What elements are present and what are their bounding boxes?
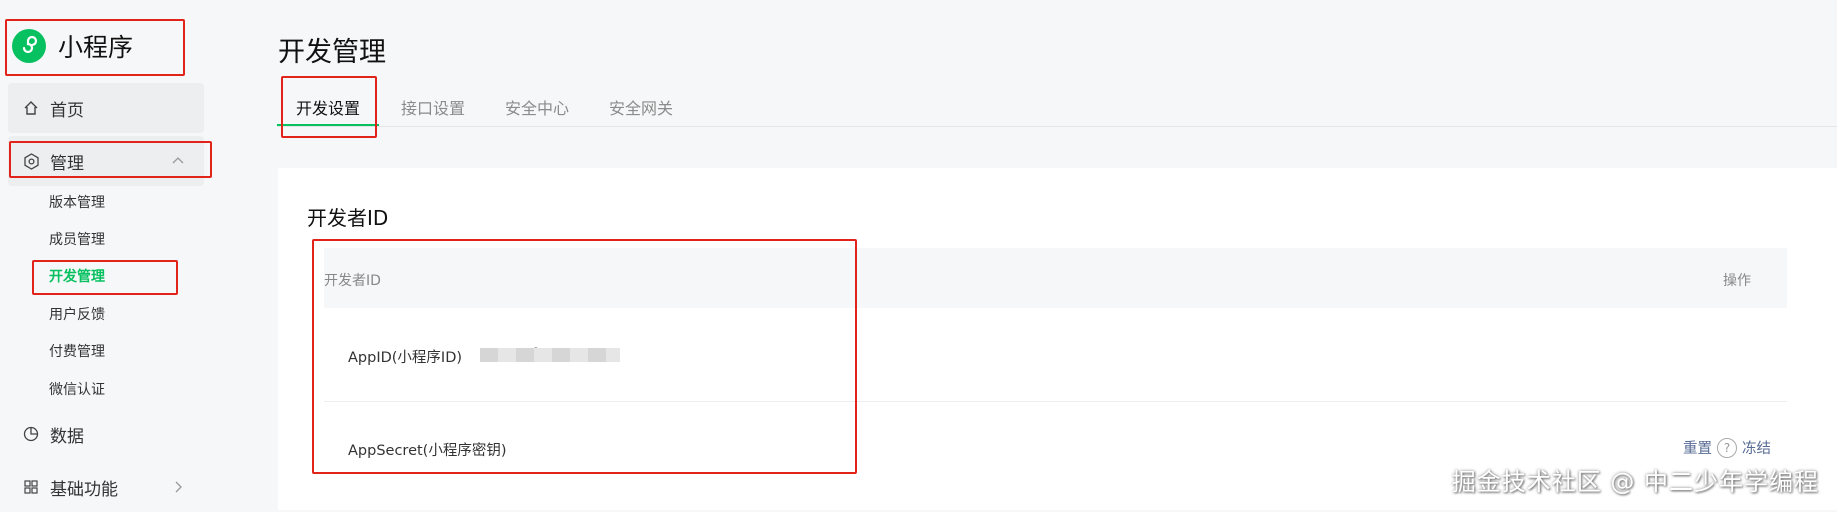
annotation-box-dev-manage [32, 260, 178, 295]
sidebar-subitem-verification[interactable]: 微信认证 [49, 379, 105, 399]
tab-api-settings[interactable]: 接口设置 [401, 95, 465, 119]
sidebar-item-basic[interactable]: 基础功能 [8, 462, 204, 512]
page-title: 开发管理 [278, 37, 386, 68]
reset-link[interactable]: 重置 [1683, 437, 1712, 458]
tab-security-center[interactable]: 安全中心 [505, 95, 569, 119]
chevron-right-icon [170, 479, 186, 495]
sidebar-item-label: 首页 [50, 100, 84, 121]
home-icon [22, 99, 40, 117]
sidebar-item-data[interactable]: 数据 [8, 409, 204, 459]
sidebar: 小程序 首页 管理 版本管理 成员管理 开发管理 用户反馈 付费管理 微信认证 … [0, 0, 205, 510]
sidebar-subitem-version[interactable]: 版本管理 [49, 192, 105, 212]
sidebar-subitem-feedback[interactable]: 用户反馈 [49, 304, 105, 324]
watermark: 掘金技术社区 @ 中二少年学编程 [1451, 468, 1819, 496]
tab-security-gateway[interactable]: 安全网关 [609, 95, 673, 119]
grid-icon [22, 478, 40, 496]
appsecret-actions: 重置 ? 冻结 [1683, 437, 1771, 458]
annotation-box-dev-settings-tab [281, 76, 377, 138]
sidebar-subitem-payment[interactable]: 付费管理 [49, 341, 105, 361]
sidebar-item-label: 数据 [50, 426, 84, 447]
section-title: 开发者ID [307, 206, 389, 230]
annotation-box-manage [9, 141, 212, 178]
sidebar-item-home[interactable]: 首页 [8, 83, 204, 133]
sidebar-item-label: 基础功能 [50, 479, 118, 500]
freeze-link[interactable]: 冻结 [1742, 437, 1771, 458]
annotation-box-developer-id [312, 239, 857, 474]
tab-bar: 开发设置 接口设置 安全中心 安全网关 [277, 80, 1837, 127]
column-header-action: 操作 [1723, 273, 1751, 289]
sidebar-subitem-members[interactable]: 成员管理 [49, 229, 105, 249]
annotation-box-logo [5, 19, 185, 76]
clock-chart-icon [22, 425, 40, 443]
help-icon[interactable]: ? [1717, 437, 1737, 458]
